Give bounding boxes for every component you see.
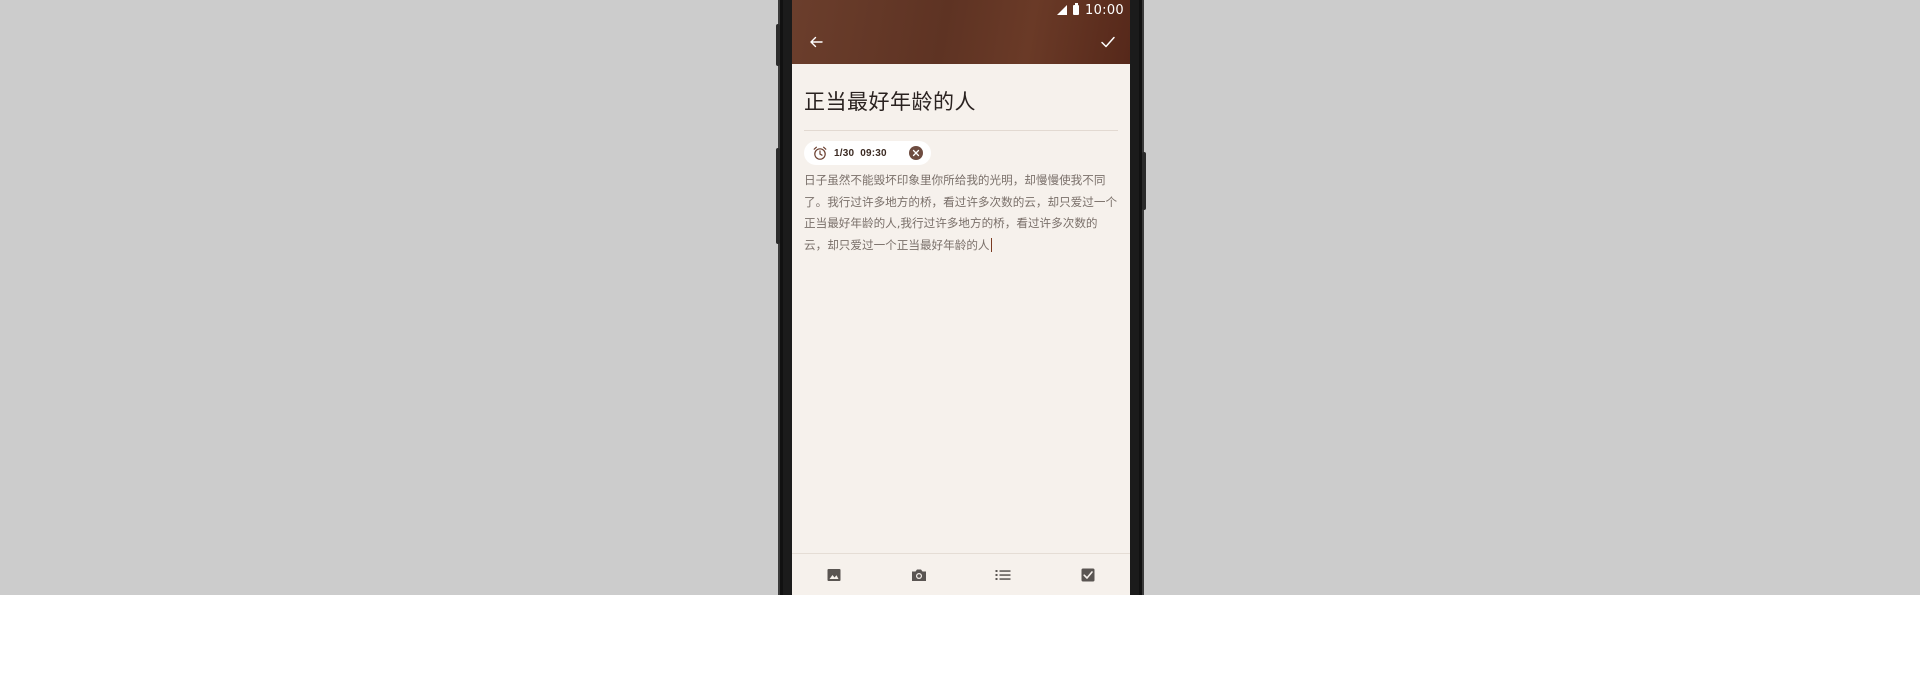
note-body-text: 日子虽然不能毁坏印象里你所给我的光明，却慢慢使我不同了。我行过许多地方的桥，看过… — [804, 173, 1118, 252]
arrow-back-icon — [810, 36, 823, 48]
checkbox-icon — [1081, 568, 1095, 581]
phone-volume-key — [776, 148, 780, 244]
confirm-button[interactable] — [1096, 30, 1120, 54]
clear-reminder-button[interactable] — [909, 146, 923, 160]
phone-screen: 10:00 正当最好年龄的人 1/30 09:30 日子虽然不能毁坏印象里你所给… — [792, 0, 1130, 595]
checklist-button[interactable] — [1046, 554, 1131, 595]
insert-image-button[interactable] — [792, 554, 877, 595]
alarm-clock-icon — [812, 145, 828, 161]
page-backdrop: 10:00 正当最好年龄的人 1/30 09:30 日子虽然不能毁坏印象里你所给… — [0, 0, 1920, 595]
bullet-list-button[interactable] — [961, 554, 1046, 595]
title-divider — [804, 130, 1118, 131]
bottom-toolbar — [792, 554, 1130, 595]
signal-icon — [1057, 5, 1068, 15]
back-button[interactable] — [804, 30, 828, 54]
text-cursor — [990, 238, 993, 253]
note-title[interactable]: 正当最好年龄的人 — [804, 86, 976, 116]
battery-icon — [1073, 3, 1080, 15]
clear-icon — [912, 149, 920, 157]
status-bar: 10:00 — [1057, 0, 1124, 20]
app-header: 10:00 — [792, 0, 1130, 64]
image-icon — [827, 568, 841, 581]
take-photo-button[interactable] — [877, 554, 962, 595]
note-body-editor[interactable]: 日子虽然不能毁坏印象里你所给我的光明，却慢慢使我不同了。我行过许多地方的桥，看过… — [804, 170, 1118, 256]
reminder-datetime: 1/30 09:30 — [834, 147, 887, 159]
camera-icon — [911, 569, 926, 581]
reminder-chip[interactable]: 1/30 09:30 — [804, 141, 931, 165]
status-time: 10:00 — [1085, 2, 1124, 18]
check-icon — [1101, 36, 1115, 48]
phone-power-key — [1142, 152, 1146, 210]
phone-side-key — [776, 24, 780, 66]
list-icon — [995, 569, 1011, 580]
